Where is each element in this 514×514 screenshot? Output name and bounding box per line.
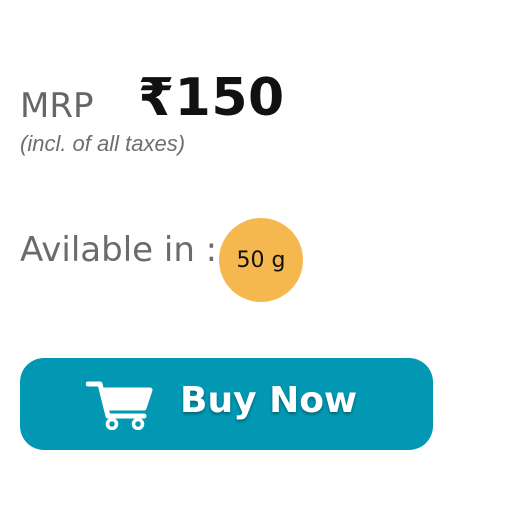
size-option-50g[interactable]: 50 g (219, 218, 303, 302)
buy-now-label: Buy Now (180, 380, 358, 421)
tax-note: (incl. of all taxes) (20, 131, 186, 156)
buy-now-button[interactable]: Buy Now (20, 358, 433, 450)
price-value: ₹150 (138, 68, 285, 128)
mrp-label: MRP (20, 86, 94, 126)
availability-label: Avilable in : (20, 230, 218, 270)
availability-section: Avilable in : 50 g (20, 218, 320, 302)
price-row: MRP ₹150 (20, 68, 490, 132)
cart-icon (86, 381, 153, 430)
size-option-label: 50 g (236, 247, 286, 273)
